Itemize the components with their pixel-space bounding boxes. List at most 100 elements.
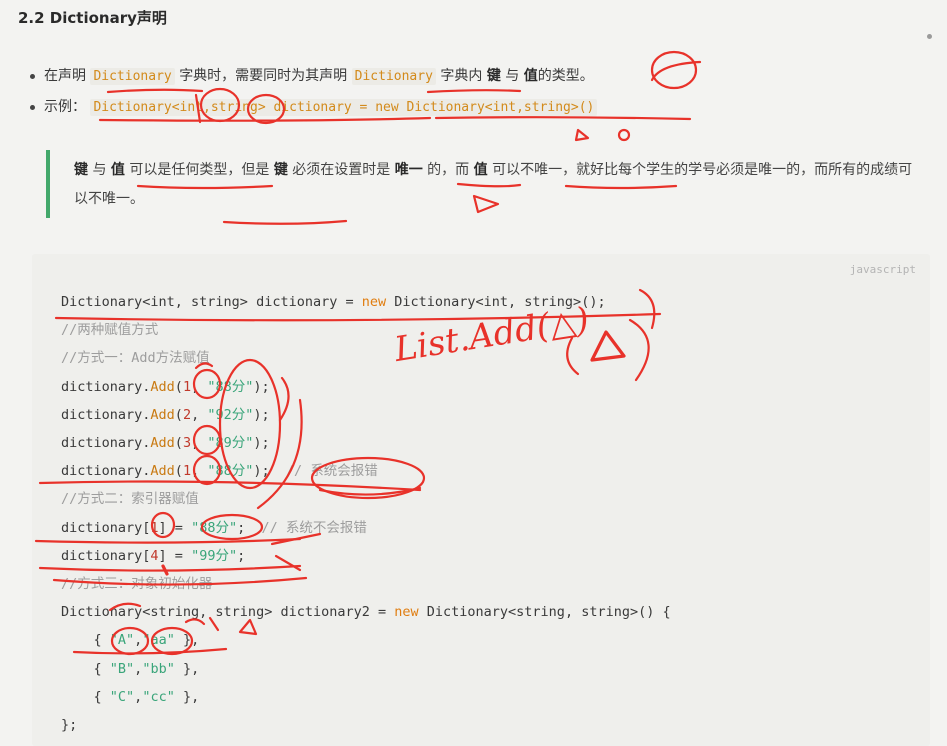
code-content: Dictionary<int, string> dictionary = new… (61, 288, 671, 739)
quote-key: 键 (273, 162, 288, 178)
code-token: { (61, 632, 110, 649)
inline-code-example: Dictionary<int,string> dictionary = new … (90, 99, 598, 116)
code-language-label: javascript (849, 263, 916, 276)
code-line: Dictionary<string, string> dictionary2 =… (61, 598, 671, 626)
code-token: //方式一：Add方法赋值 (61, 350, 210, 367)
bullet1-text-e: 的类型。 (537, 68, 594, 84)
ink-circle (650, 50, 698, 90)
code-token: ); (253, 463, 286, 480)
code-token: Add (150, 463, 175, 480)
code-token: ] = (158, 547, 192, 564)
quote-unique: 唯一 (394, 162, 423, 178)
note-blockquote: 键 与 值 可以是任何类型，但是 键 必须在设置时是 唯一 的，而 值 可以不唯… (46, 150, 916, 218)
code-token: dictionary. (61, 435, 151, 452)
bullet1-text-a: 在声明 (44, 68, 86, 84)
code-token: ); (253, 435, 270, 452)
quote-value: 值 (110, 162, 125, 178)
code-token: //两种赋值方式 (61, 322, 159, 339)
keyword-value: 值 (523, 68, 538, 84)
code-token: ; (237, 547, 246, 564)
ink-triangle (574, 128, 590, 142)
code-token: dictionary. (61, 463, 151, 480)
code-line: //方式二：索引器赋值 (61, 485, 671, 513)
ink-circle (617, 128, 631, 142)
code-token: }, (174, 688, 200, 705)
quote-key: 键 (74, 162, 88, 178)
code-token: Dictionary<string, string> dictionary2 = (61, 604, 395, 621)
code-token: 1 (182, 463, 192, 480)
code-token: "88分" (207, 378, 254, 395)
section-heading: 2.2 Dictionary声明 (18, 9, 167, 27)
code-token: Dictionary<int, string> dictionary = (61, 294, 362, 310)
inline-code-dictionary: Dictionary (90, 68, 175, 85)
code-token: dictionary[ (61, 547, 151, 564)
code-line: { "C","cc" }, (61, 683, 671, 711)
code-token: , (191, 435, 208, 452)
code-token: dictionary. (61, 378, 151, 395)
code-token: "bb" (142, 660, 175, 677)
code-line: }; (61, 711, 671, 739)
code-token: "B" (109, 660, 135, 677)
code-line: dictionary.Add(2, "92分"); (61, 401, 671, 429)
ink-line (650, 60, 702, 82)
code-line: { "A","aa" }, (61, 626, 671, 654)
code-line: dictionary.Add(3, "89分"); (61, 429, 671, 457)
code-token: 1 (150, 519, 159, 536)
quote-text: 必须在设置时是 (292, 162, 391, 178)
code-token: { (61, 688, 110, 705)
keyword-key: 键 (486, 68, 501, 84)
menu-dot-icon (927, 34, 932, 39)
code-token: new (394, 604, 419, 621)
code-token: 2 (182, 406, 192, 423)
code-token: }, (174, 660, 200, 677)
code-token: , (191, 406, 208, 423)
code-token: // 系统不会报错 (261, 519, 367, 536)
code-line: { "B","bb" }, (61, 655, 671, 683)
code-token: Add (150, 406, 175, 423)
code-line: //方式一：Add方法赋值 (61, 344, 671, 372)
ink-underline (222, 219, 348, 225)
code-line: //方式三：对象初始化器 (61, 570, 671, 598)
code-token: "C" (109, 688, 135, 705)
code-token: , (191, 463, 208, 480)
code-token: "88分" (191, 519, 238, 536)
bullet-example: 示例： Dictionary<int,string> dictionary = … (30, 94, 598, 125)
code-token: "99分" (191, 547, 238, 564)
code-token: //方式二：索引器赋值 (61, 491, 199, 508)
bullet-list: 在声明 Dictionary 字典时，需要同时为其声明 Dictionary 字… (30, 63, 598, 125)
code-token: //方式三：对象初始化器 (61, 576, 213, 593)
code-line: dictionary.Add(1, "88分"); // 系统会报错 (61, 457, 671, 485)
code-token: ); (253, 378, 270, 395)
code-token: ( (174, 378, 183, 395)
code-token: ; (237, 519, 262, 536)
code-token: }; (61, 717, 78, 734)
quote-value: 值 (473, 162, 488, 178)
code-token: Dictionary<string, string>() { (418, 604, 671, 621)
code-token: ( (174, 463, 183, 480)
bullet-declare: 在声明 Dictionary 字典时，需要同时为其声明 Dictionary 字… (30, 63, 597, 94)
code-token: 3 (182, 435, 192, 452)
code-token: dictionary[ (61, 519, 151, 536)
code-token: Add (150, 435, 175, 452)
code-token: ] = (158, 519, 192, 536)
code-token: ( (174, 406, 183, 423)
bullet1-text-c: 字典内 (440, 68, 483, 84)
code-token: 4 (150, 547, 159, 564)
code-token: }, (174, 632, 200, 649)
code-line: dictionary[4] = "99分"; (61, 542, 671, 570)
code-token: ); (253, 406, 270, 423)
code-token: // 系统会报错 (285, 463, 378, 480)
quote-text: 可以是任何类型，但是 (129, 162, 270, 178)
code-token: 1 (182, 378, 192, 395)
code-token: "92分" (207, 406, 254, 423)
code-line: dictionary[1] = "88分"; // 系统不会报错 (61, 514, 671, 542)
inline-code-dictionary-2: Dictionary (351, 68, 436, 85)
code-token: , (191, 378, 208, 395)
example-label: 示例： (44, 99, 86, 115)
code-token: new (361, 294, 387, 310)
quote-text: 的，而 (427, 162, 470, 178)
code-token: { (61, 660, 110, 677)
bullet1-text-b: 字典时，需要同时为其声明 (179, 68, 348, 84)
code-line: dictionary.Add(1, "88分"); (61, 373, 671, 401)
code-token: "cc" (142, 688, 175, 705)
